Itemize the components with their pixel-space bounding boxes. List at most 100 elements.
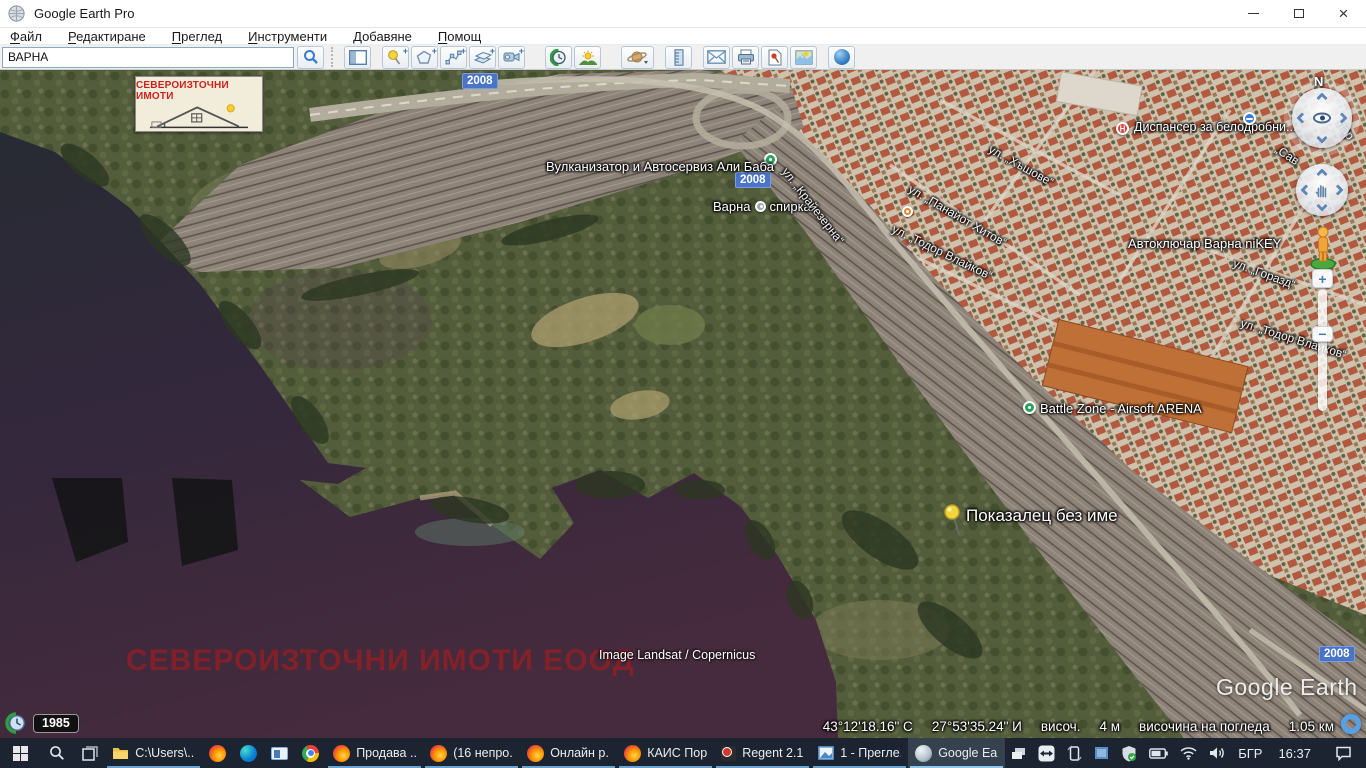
status-latitude: 43°12'18.16" С xyxy=(823,719,913,734)
zoom-track[interactable] xyxy=(1318,289,1327,411)
placemark-label[interactable]: Показалец без име xyxy=(966,506,1118,526)
search-button[interactable] xyxy=(297,46,324,69)
imagery-attribution: Image Landsat / Copernicus xyxy=(599,648,755,662)
phone-link-icon xyxy=(1067,745,1082,762)
close-button[interactable]: × xyxy=(1321,0,1366,27)
show-sidebar-button[interactable] xyxy=(344,46,371,69)
teamviewer-icon xyxy=(1038,745,1055,762)
tray-display-app[interactable] xyxy=(1088,746,1115,760)
chevron-right-icon[interactable] xyxy=(1332,184,1343,195)
tray-wifi[interactable] xyxy=(1174,746,1203,760)
tray-action-center[interactable] xyxy=(1321,746,1366,761)
chevron-left-icon[interactable] xyxy=(1300,184,1311,195)
pegman-street-view-icon[interactable] xyxy=(1308,225,1338,271)
menu-add[interactable]: Добавяне xyxy=(340,29,425,44)
status-eye-label: височина на погледа xyxy=(1139,719,1270,734)
chevron-right-icon[interactable] xyxy=(1336,112,1347,123)
menu-file[interactable]: Файл xyxy=(0,29,55,44)
food-poi-marker[interactable] xyxy=(902,206,913,217)
google-earth-app-icon xyxy=(8,5,25,22)
sunlight-button[interactable] xyxy=(574,46,601,69)
tray-phone-link[interactable] xyxy=(1061,745,1088,762)
plus-badge: + xyxy=(490,46,495,56)
view-in-google-maps-button[interactable] xyxy=(790,46,817,69)
sun-icon xyxy=(579,50,597,65)
plus-badge: + xyxy=(403,46,408,56)
taskbar-firefox-window-4[interactable]: КАИС Пор... xyxy=(617,738,714,768)
move-joystick[interactable] xyxy=(1296,164,1348,216)
zoom-out-handle[interactable]: − xyxy=(1312,326,1333,342)
print-button[interactable] xyxy=(732,46,759,69)
map-viewport[interactable]: СЕВЕРОИЗТОЧНИ ИМОТИ ЕООД Image Landsat /… xyxy=(0,70,1366,738)
add-path-button[interactable]: + xyxy=(440,46,467,69)
google-earth-window: Google Earth Pro × Файл Редактиране Прег… xyxy=(0,0,1366,768)
add-image-overlay-button[interactable]: + xyxy=(469,46,496,69)
switch-planet-button[interactable] xyxy=(621,46,654,69)
email-button[interactable] xyxy=(703,46,730,69)
chevron-left-icon[interactable] xyxy=(1296,112,1307,123)
taskbar-photo-viewer-window[interactable]: 1 - Прегле... xyxy=(811,738,908,768)
tray-clock[interactable]: 16:37 xyxy=(1268,746,1321,761)
poi-label-dispanser[interactable]: Диспансер за белодробни... xyxy=(1134,120,1296,134)
tray-show-hidden-icons[interactable] xyxy=(1005,747,1032,760)
firefox-icon xyxy=(624,745,641,762)
tray-teamviewer[interactable] xyxy=(1032,745,1061,762)
poi-label-vulkanizator[interactable]: Вулканизатор и Автосервиз Али Баба xyxy=(546,159,774,174)
taskbar-search-button[interactable] xyxy=(41,738,74,768)
taskbar-google-earth-window[interactable]: Google Ear... xyxy=(908,738,1005,768)
add-placemark-button[interactable]: + xyxy=(382,46,409,69)
yellow-pushpin-icon[interactable] xyxy=(944,503,966,539)
taskbar-app-label: Google Ear... xyxy=(938,746,998,760)
tray-windows-security[interactable] xyxy=(1115,745,1143,762)
tray-battery[interactable] xyxy=(1143,748,1174,759)
taskbar-firefox-window-1[interactable]: Продава ... xyxy=(326,738,423,768)
menu-edit[interactable]: Редактиране xyxy=(55,29,159,44)
taskbar-pinned-firefox[interactable] xyxy=(202,738,233,768)
menu-tools[interactable]: Инструменти xyxy=(235,29,340,44)
taskbar-regent-window[interactable]: Regent 2.1 ... xyxy=(714,738,811,768)
chevron-up-icon[interactable] xyxy=(1316,168,1327,179)
chevron-down-icon[interactable] xyxy=(1316,132,1327,143)
toolbar-separator xyxy=(331,47,337,67)
taskbar-pinned-card-app[interactable] xyxy=(264,738,295,768)
globe-button[interactable] xyxy=(828,46,855,69)
taskbar-file-explorer[interactable]: C:\Users\... xyxy=(105,738,202,768)
taskbar-firefox-window-2[interactable]: (16 непро... xyxy=(423,738,520,768)
google-earth-icon xyxy=(915,745,932,762)
chevron-up-icon[interactable] xyxy=(1316,92,1327,103)
look-joystick[interactable] xyxy=(1292,88,1352,148)
historical-imagery-button[interactable] xyxy=(545,46,572,69)
green-poi-marker[interactable] xyxy=(1023,401,1036,414)
printer-icon xyxy=(737,49,755,65)
taskbar-pinned-edge[interactable] xyxy=(233,738,264,768)
record-tour-button[interactable]: + xyxy=(498,46,525,69)
transit-poi-marker[interactable] xyxy=(1243,112,1256,125)
task-view-button[interactable] xyxy=(74,738,105,768)
save-image-button[interactable] xyxy=(761,46,788,69)
taskbar-firefox-window-3[interactable]: Онлайн р... xyxy=(520,738,617,768)
hospital-poi-marker[interactable] xyxy=(1116,122,1129,135)
ruler-button[interactable] xyxy=(665,46,692,69)
add-polygon-button[interactable]: + xyxy=(411,46,438,69)
ruler-icon xyxy=(674,49,684,66)
search-input[interactable] xyxy=(2,47,294,68)
menu-help[interactable]: Помощ xyxy=(425,29,494,44)
tray-language-indicator[interactable]: БГР xyxy=(1232,746,1268,761)
google-earth-logo: Google Earth xyxy=(1216,674,1358,701)
minimize-button[interactable] xyxy=(1231,0,1276,27)
taskbar-pinned-chrome[interactable] xyxy=(295,738,326,768)
start-button[interactable] xyxy=(0,738,41,768)
agency-watermark: СЕВЕРОИЗТОЧНИ ИМОТИ ЕООД xyxy=(126,644,635,678)
tray-volume[interactable] xyxy=(1203,746,1232,760)
menu-view[interactable]: Преглед xyxy=(159,29,235,44)
poi-label-avtokluchar[interactable]: Автоключар Варна niKEY xyxy=(1128,236,1281,251)
overlap-windows-icon xyxy=(1011,747,1026,760)
card-app-icon xyxy=(271,747,288,760)
chevron-down-icon[interactable] xyxy=(1316,200,1327,211)
zoom-in-button[interactable]: + xyxy=(1312,269,1333,288)
poi-label-varna-stop[interactable]: Варна спирка xyxy=(713,199,811,214)
agency-logo-card: СЕВЕРОИЗТОЧНИ ИМОТИ xyxy=(135,76,263,132)
poi-label-battle-zone[interactable]: Battle Zone - Airsoft ARENA xyxy=(1040,401,1202,416)
clock-history-icon xyxy=(550,49,567,66)
maximize-button[interactable] xyxy=(1276,0,1321,27)
